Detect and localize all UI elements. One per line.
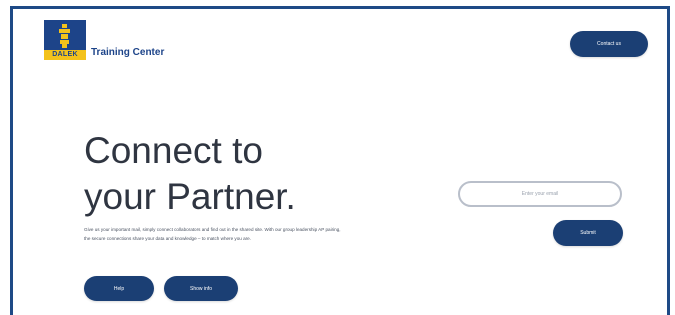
logo-mark-icon — [59, 24, 70, 48]
headline-line-2: your Partner. — [84, 176, 296, 217]
headline-line-1: Connect to — [84, 130, 263, 171]
frame-border-right — [667, 6, 670, 315]
lead-paragraph: Give us your important mail, simply conn… — [84, 227, 341, 241]
show-info-button[interactable]: Show info — [164, 276, 238, 301]
brand-name: Training Center — [91, 47, 165, 58]
frame-border-top — [10, 6, 670, 9]
page-title: Connect to your Partner. — [84, 128, 296, 220]
email-field[interactable] — [458, 181, 622, 207]
page-frame: DALEK Training Center Contact us Connect… — [0, 0, 675, 315]
brand[interactable]: DALEK Training Center — [44, 20, 164, 60]
submit-button[interactable]: Submit — [553, 220, 623, 246]
contact-us-button[interactable]: Contact us — [570, 31, 648, 57]
frame-border-left — [10, 6, 13, 315]
logo-text: DALEK — [44, 50, 86, 60]
help-button[interactable]: Help — [84, 276, 154, 301]
logo: DALEK — [44, 20, 86, 60]
